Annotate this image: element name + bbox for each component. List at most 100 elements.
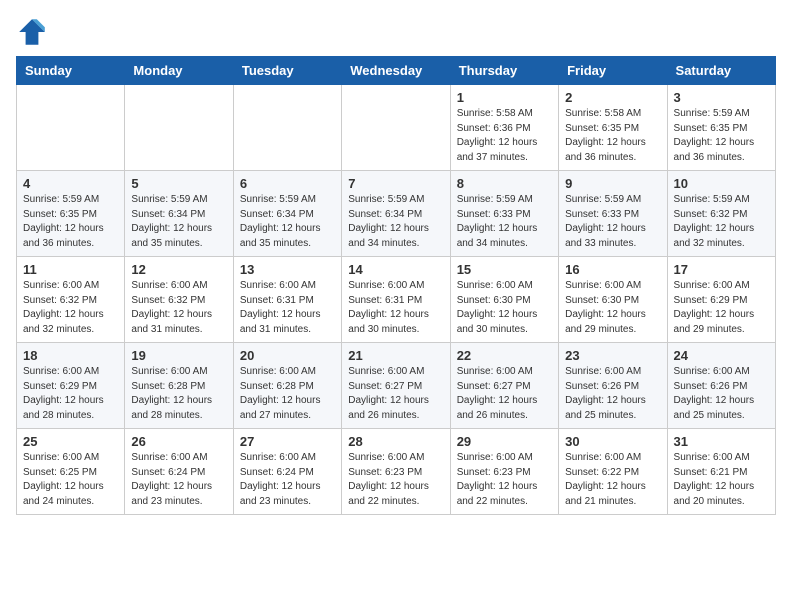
day-header-wednesday: Wednesday [342,57,450,85]
day-header-tuesday: Tuesday [233,57,341,85]
day-header-saturday: Saturday [667,57,775,85]
day-number: 8 [457,176,552,191]
day-number: 12 [131,262,226,277]
calendar-week-row: 11 Sunrise: 6:00 AM Sunset: 6:32 PM Dayli… [17,257,776,343]
calendar-cell: 7Sunrise: 5:59 AM Sunset: 6:34 PM Daylig… [342,171,450,257]
day-info: Sunrise: 6:00 AM Sunset: 6:32 PM Dayligh… [23,279,118,337]
day-number: 18 [23,348,118,363]
day-number: 31 [674,434,769,449]
day-info: Sunrise: 5:59 AM Sunset: 6:33 PM Dayligh… [565,193,660,251]
day-info: Sunrise: 6:00 AM Sunset: 6:24 PM Dayligh… [131,451,226,509]
day-number: 1 [457,90,552,105]
day-number: 17 [674,262,769,277]
logo-icon [16,16,48,48]
calendar-cell: 19 Sunrise: 6:00 AM Sunset: 6:28 PM Dayli… [125,343,233,429]
day-number: 2 [565,90,660,105]
calendar-cell: 30 Sunrise: 6:00 AM Sunset: 6:22 PM Dayli… [559,429,667,515]
calendar-cell [233,85,341,171]
day-info: Sunrise: 6:00 AM Sunset: 6:26 PM Dayligh… [674,365,769,423]
day-number: 23 [565,348,660,363]
calendar-cell: 8 Sunrise: 5:59 AM Sunset: 6:33 PM Daylig… [450,171,558,257]
day-number: 13 [240,262,335,277]
calendar-cell: 14Sunrise: 6:00 AM Sunset: 6:31 PM Dayli… [342,257,450,343]
day-info: Sunrise: 5:58 AM Sunset: 6:36 PM Dayligh… [457,107,552,165]
day-info: Sunrise: 5:59 AM Sunset: 6:32 PM Dayligh… [674,193,769,251]
day-info: Sunrise: 6:00 AM Sunset: 6:22 PM Dayligh… [565,451,660,509]
day-info: Sunrise: 6:00 AM Sunset: 6:24 PM Dayligh… [240,451,335,509]
calendar-cell: 17 Sunrise: 6:00 AM Sunset: 6:29 PM Dayli… [667,257,775,343]
calendar-cell: 18Sunrise: 6:00 AM Sunset: 6:29 PM Dayli… [17,343,125,429]
calendar-week-row: 4 Sunrise: 5:59 AM Sunset: 6:35 PM Daylig… [17,171,776,257]
day-info: Sunrise: 5:59 AM Sunset: 6:34 PM Dayligh… [131,193,226,251]
calendar-cell: 26 Sunrise: 6:00 AM Sunset: 6:24 PM Dayli… [125,429,233,515]
calendar-cell: 10 Sunrise: 5:59 AM Sunset: 6:32 PM Dayli… [667,171,775,257]
calendar-cell: 28 Sunrise: 6:00 AM Sunset: 6:23 PM Dayli… [342,429,450,515]
day-info: Sunrise: 5:59 AM Sunset: 6:35 PM Dayligh… [23,193,118,251]
day-number: 29 [457,434,552,449]
day-header-friday: Friday [559,57,667,85]
day-number: 3 [674,90,769,105]
calendar-cell [17,85,125,171]
day-number: 19 [131,348,226,363]
day-number: 11 [23,262,118,277]
day-info: Sunrise: 6:00 AM Sunset: 6:27 PM Dayligh… [348,365,443,423]
calendar-cell: 3Sunrise: 5:59 AM Sunset: 6:35 PM Daylig… [667,85,775,171]
day-info: Sunrise: 6:00 AM Sunset: 6:23 PM Dayligh… [348,451,443,509]
calendar-week-row: 18Sunrise: 6:00 AM Sunset: 6:29 PM Dayli… [17,343,776,429]
day-number: 30 [565,434,660,449]
calendar-cell [342,85,450,171]
day-number: 26 [131,434,226,449]
calendar-table: SundayMondayTuesdayWednesdayThursdayFrid… [16,56,776,515]
calendar-cell: 6 Sunrise: 5:59 AM Sunset: 6:34 PM Daylig… [233,171,341,257]
page-header [16,16,776,48]
calendar-cell: 2Sunrise: 5:58 AM Sunset: 6:35 PM Daylig… [559,85,667,171]
day-info: Sunrise: 5:59 AM Sunset: 6:34 PM Dayligh… [240,193,335,251]
day-number: 28 [348,434,443,449]
calendar-week-row: 1 Sunrise: 5:58 AM Sunset: 6:36 PM Daylig… [17,85,776,171]
day-number: 25 [23,434,118,449]
day-number: 21 [348,348,443,363]
day-info: Sunrise: 6:00 AM Sunset: 6:30 PM Dayligh… [565,279,660,337]
day-info: Sunrise: 6:00 AM Sunset: 6:25 PM Dayligh… [23,451,118,509]
day-number: 4 [23,176,118,191]
day-info: Sunrise: 6:00 AM Sunset: 6:27 PM Dayligh… [457,365,552,423]
day-info: Sunrise: 6:00 AM Sunset: 6:28 PM Dayligh… [240,365,335,423]
day-number: 14 [348,262,443,277]
day-number: 15 [457,262,552,277]
calendar-cell: 29 Sunrise: 6:00 AM Sunset: 6:23 PM Dayli… [450,429,558,515]
day-info: Sunrise: 6:00 AM Sunset: 6:26 PM Dayligh… [565,365,660,423]
calendar-cell: 16 Sunrise: 6:00 AM Sunset: 6:30 PM Dayli… [559,257,667,343]
day-info: Sunrise: 6:00 AM Sunset: 6:28 PM Dayligh… [131,365,226,423]
day-info: Sunrise: 5:59 AM Sunset: 6:33 PM Dayligh… [457,193,552,251]
calendar-cell: 21 Sunrise: 6:00 AM Sunset: 6:27 PM Dayli… [342,343,450,429]
day-info: Sunrise: 6:00 AM Sunset: 6:31 PM Dayligh… [240,279,335,337]
calendar-week-row: 25 Sunrise: 6:00 AM Sunset: 6:25 PM Dayli… [17,429,776,515]
day-header-thursday: Thursday [450,57,558,85]
calendar-cell: 15 Sunrise: 6:00 AM Sunset: 6:30 PM Dayli… [450,257,558,343]
calendar-cell: 11 Sunrise: 6:00 AM Sunset: 6:32 PM Dayli… [17,257,125,343]
calendar-header-row: SundayMondayTuesdayWednesdayThursdayFrid… [17,57,776,85]
day-number: 24 [674,348,769,363]
day-info: Sunrise: 6:00 AM Sunset: 6:30 PM Dayligh… [457,279,552,337]
calendar-cell: 24 Sunrise: 6:00 AM Sunset: 6:26 PM Dayli… [667,343,775,429]
calendar-cell: 31Sunrise: 6:00 AM Sunset: 6:21 PM Dayli… [667,429,775,515]
calendar-cell: 27 Sunrise: 6:00 AM Sunset: 6:24 PM Dayli… [233,429,341,515]
calendar-cell: 5Sunrise: 5:59 AM Sunset: 6:34 PM Daylig… [125,171,233,257]
day-info: Sunrise: 6:00 AM Sunset: 6:23 PM Dayligh… [457,451,552,509]
day-header-sunday: Sunday [17,57,125,85]
day-number: 6 [240,176,335,191]
day-number: 10 [674,176,769,191]
day-number: 20 [240,348,335,363]
calendar-cell [125,85,233,171]
calendar-cell: 13 Sunrise: 6:00 AM Sunset: 6:31 PM Dayli… [233,257,341,343]
day-number: 27 [240,434,335,449]
calendar-cell: 25 Sunrise: 6:00 AM Sunset: 6:25 PM Dayli… [17,429,125,515]
day-number: 16 [565,262,660,277]
day-info: Sunrise: 6:00 AM Sunset: 6:29 PM Dayligh… [674,279,769,337]
calendar-cell: 20 Sunrise: 6:00 AM Sunset: 6:28 PM Dayli… [233,343,341,429]
calendar-cell: 9 Sunrise: 5:59 AM Sunset: 6:33 PM Daylig… [559,171,667,257]
day-info: Sunrise: 5:59 AM Sunset: 6:34 PM Dayligh… [348,193,443,251]
calendar-cell: 1 Sunrise: 5:58 AM Sunset: 6:36 PM Daylig… [450,85,558,171]
day-number: 9 [565,176,660,191]
day-info: Sunrise: 6:00 AM Sunset: 6:32 PM Dayligh… [131,279,226,337]
